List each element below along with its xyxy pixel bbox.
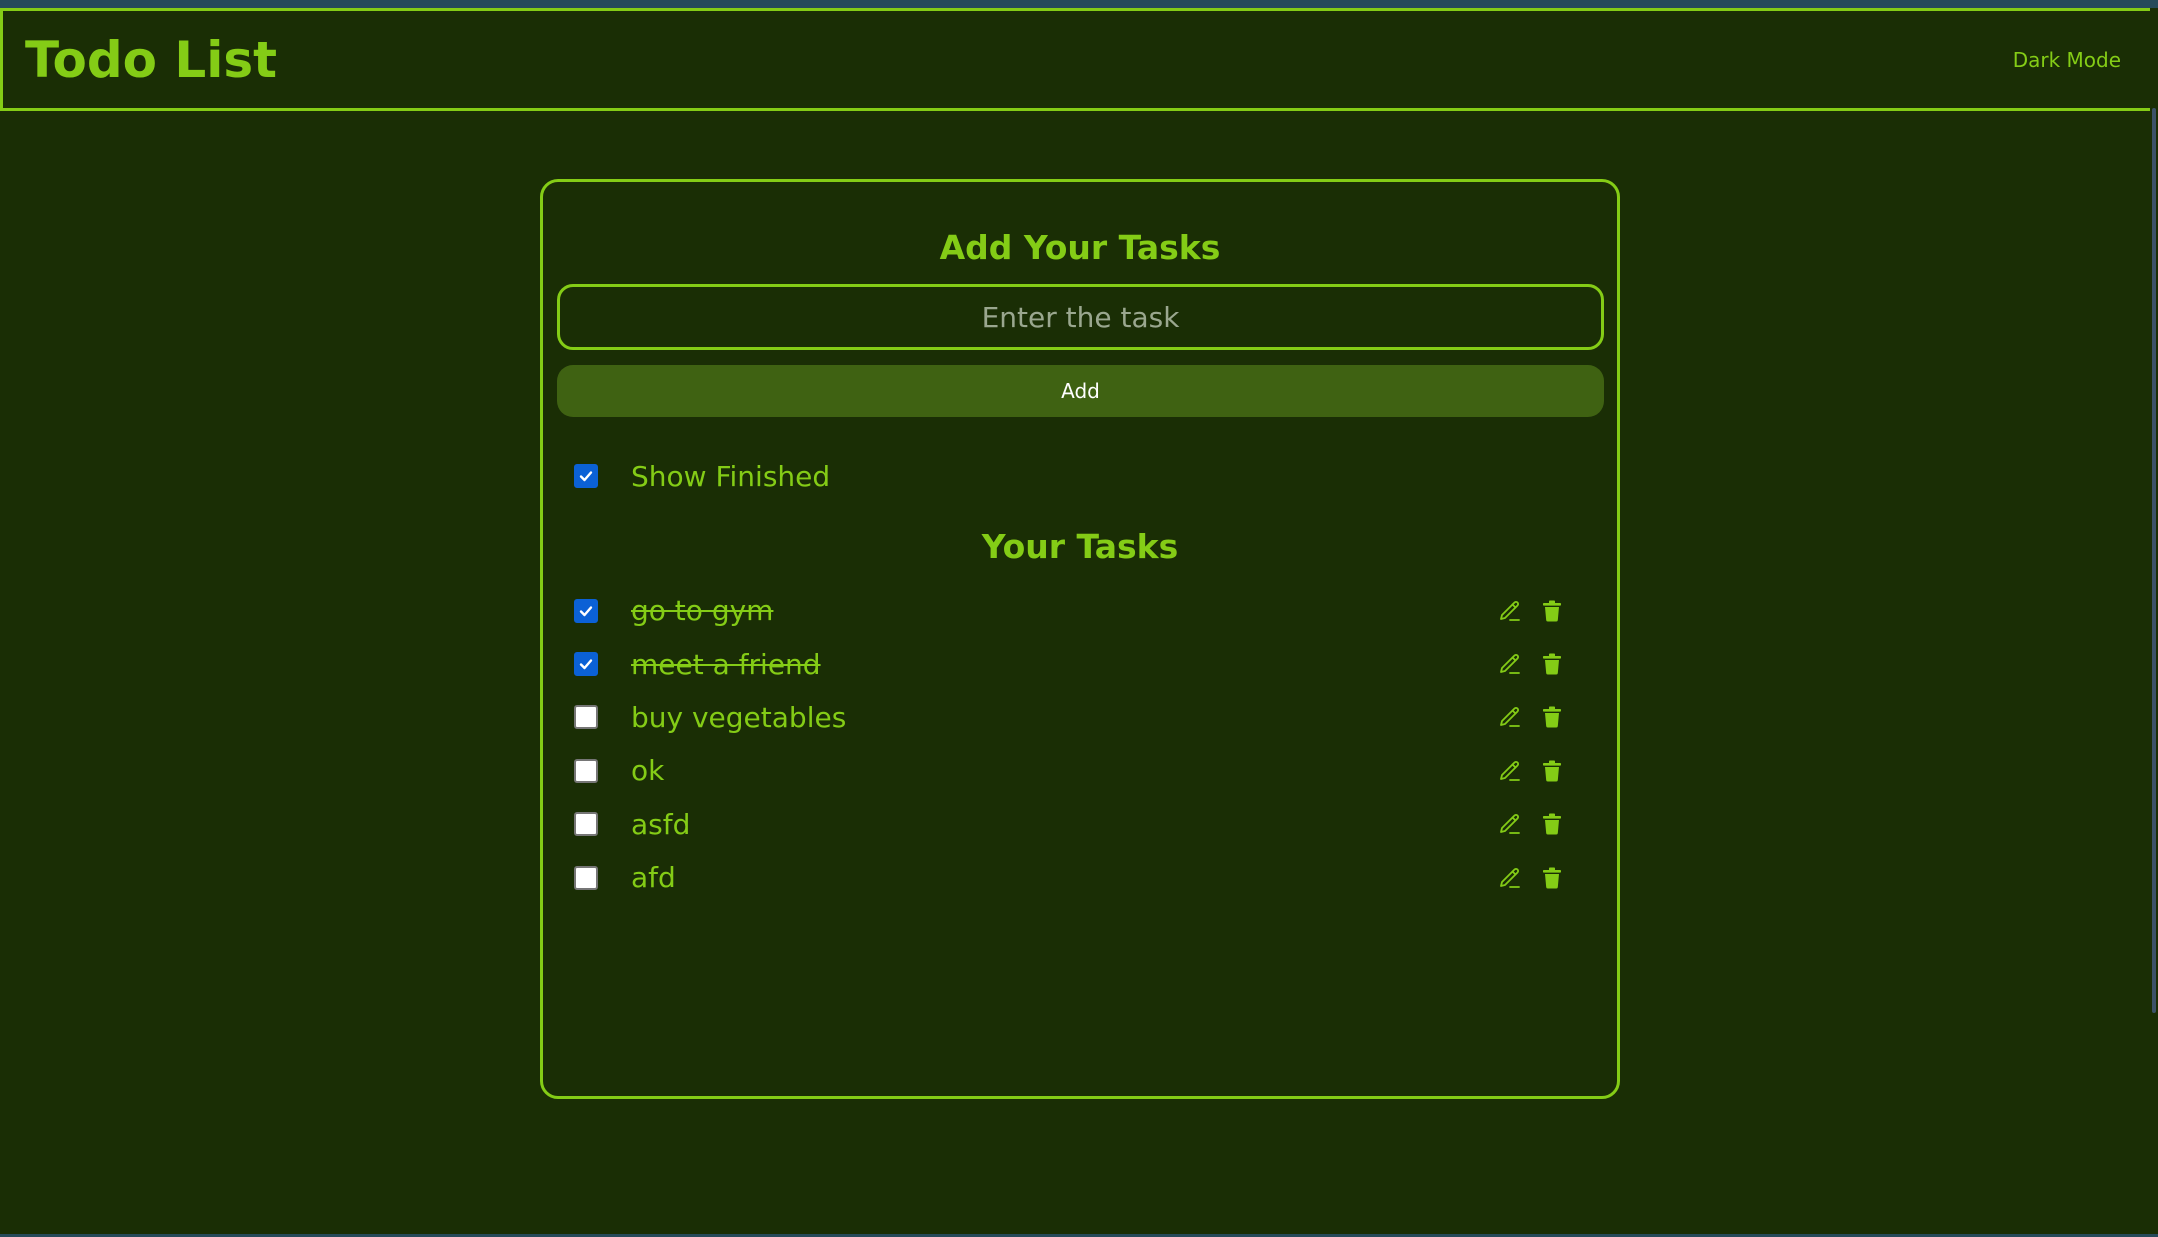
add-tasks-heading: Add Your Tasks [939, 228, 1221, 267]
task-text: meet a friend [631, 647, 821, 681]
trash-icon[interactable] [1539, 651, 1565, 677]
dark-mode-toggle[interactable]: Dark Mode [2013, 48, 2121, 72]
task-checkbox[interactable] [574, 652, 598, 677]
show-finished-label: Show Finished [631, 459, 831, 493]
pencil-icon[interactable] [1497, 865, 1523, 891]
scrollbar-thumb[interactable] [2152, 108, 2156, 1013]
task-checkbox[interactable] [574, 758, 598, 783]
trash-icon[interactable] [1539, 598, 1565, 624]
task-actions [1497, 598, 1565, 624]
show-finished-checkbox[interactable] [574, 464, 598, 488]
task-item: buy vegetables [574, 691, 1594, 744]
task-item: asfd [574, 798, 1594, 851]
task-actions [1497, 651, 1565, 677]
task-checkbox[interactable] [574, 812, 598, 837]
task-actions [1497, 704, 1565, 730]
scrollbar[interactable] [2150, 8, 2158, 1237]
pencil-icon[interactable] [1497, 704, 1523, 730]
pencil-icon[interactable] [1497, 651, 1523, 677]
task-checkbox[interactable] [574, 598, 598, 623]
app-window: Todo List Dark Mode Add Your Tasks Add S… [0, 0, 2158, 1237]
show-finished-toggle[interactable]: Show Finished [574, 456, 830, 496]
task-actions [1497, 758, 1565, 784]
trash-icon[interactable] [1539, 865, 1565, 891]
trash-icon[interactable] [1539, 704, 1565, 730]
task-list: go to gym meet a friend buy vegetables ok as… [574, 584, 1594, 904]
task-actions [1497, 865, 1565, 891]
task-item: meet a friend [574, 637, 1594, 690]
checkmark-icon [579, 471, 593, 482]
task-item: go to gym [574, 584, 1594, 637]
app-title: Todo List [25, 30, 278, 89]
task-item: ok [574, 744, 1594, 797]
task-text: ok [631, 754, 665, 788]
checkmark-icon [579, 605, 593, 616]
task-actions [1497, 811, 1565, 837]
task-text: afd [631, 861, 676, 895]
pencil-icon[interactable] [1497, 598, 1523, 624]
task-item: afd [574, 851, 1594, 904]
task-input[interactable] [557, 284, 1604, 350]
task-text: buy vegetables [631, 700, 847, 734]
your-tasks-heading: Your Tasks [981, 527, 1179, 566]
pencil-icon[interactable] [1497, 811, 1523, 837]
add-button[interactable]: Add [557, 365, 1604, 417]
navbar: Todo List Dark Mode [0, 8, 2154, 111]
checkmark-icon [579, 659, 593, 670]
task-checkbox[interactable] [574, 865, 598, 890]
todo-card: Add Your Tasks Add Show Finished Your Ta… [540, 179, 1620, 1099]
task-checkbox[interactable] [574, 705, 598, 730]
trash-icon[interactable] [1539, 811, 1565, 837]
trash-icon[interactable] [1539, 758, 1565, 784]
task-text: asfd [631, 807, 691, 841]
task-text: go to gym [631, 594, 774, 628]
pencil-icon[interactable] [1497, 758, 1523, 784]
